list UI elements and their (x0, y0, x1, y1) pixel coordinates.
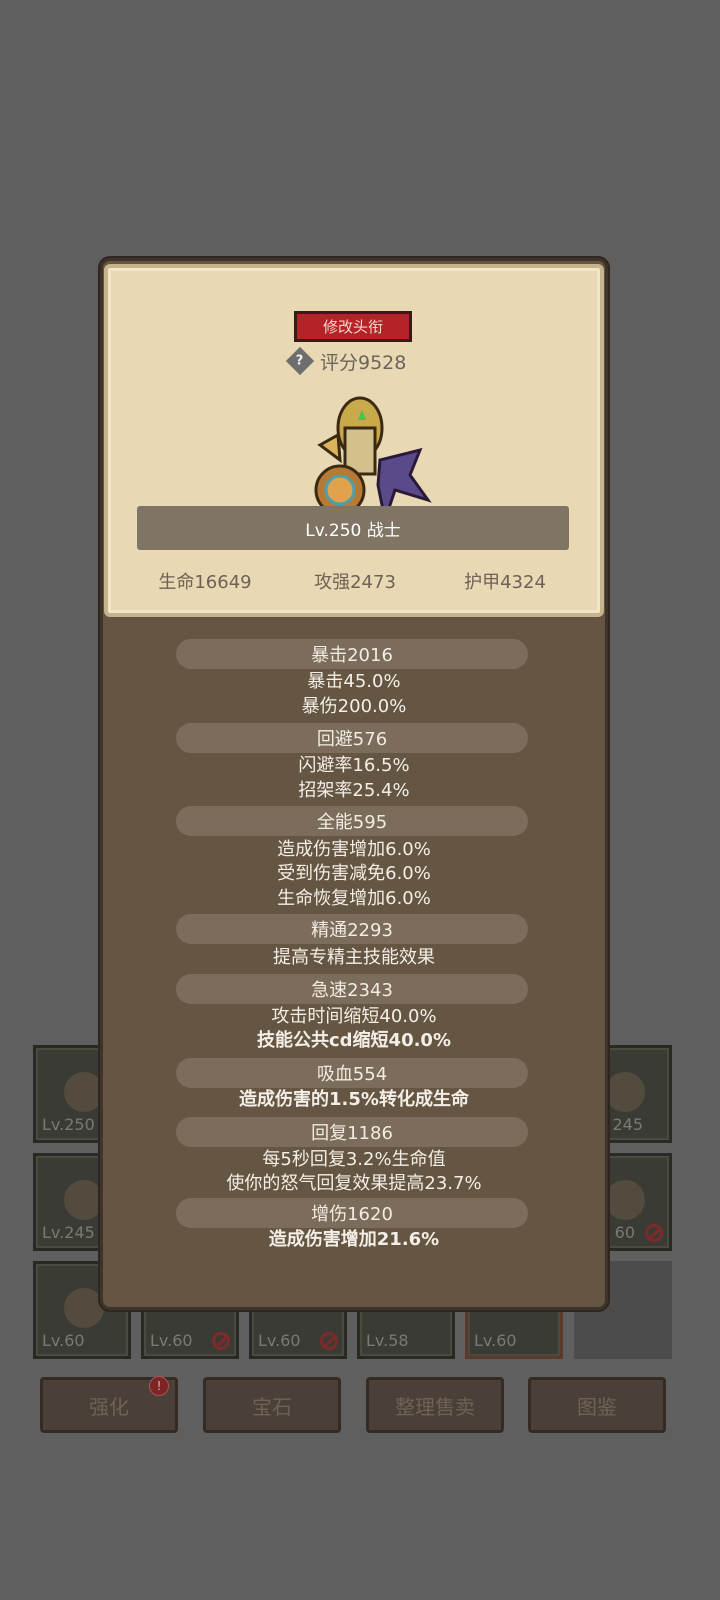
slot-level: Lv.60 (474, 1331, 517, 1350)
collection-button[interactable]: 图鉴 (528, 1377, 666, 1433)
attr-line: 受到伤害减免6.0% (277, 863, 431, 884)
help-icon[interactable]: ? (285, 346, 315, 376)
attr-line: 提高专精主技能效果 (273, 947, 435, 968)
attr-header-damage-bonus: 增伤1620 (176, 1198, 528, 1228)
attr-header-dodge: 回避576 (176, 723, 528, 753)
attr-line: 闪避率16.5% (298, 755, 410, 776)
gem-button[interactable]: 宝石 (203, 1377, 341, 1433)
slot-level: 60 (614, 1223, 635, 1242)
gem-label: 宝石 (252, 1394, 292, 1419)
attr-line: 造成伤害的1.5%转化成生命 (239, 1089, 469, 1110)
attr-header-regen: 回复1186 (176, 1117, 528, 1147)
attr-line: 攻击时间缩短40.0% (271, 1006, 437, 1027)
slot-level: Lv.60 (258, 1331, 301, 1350)
slot-level: 245 (612, 1115, 643, 1134)
locked-icon (320, 1332, 338, 1350)
attr-line: 暴伤200.0% (301, 696, 407, 717)
attr-header-versatility: 全能595 (176, 806, 528, 836)
base-stats: 生命16649 攻强2473 护甲4324 (130, 568, 580, 594)
attr-header-haste: 急速2343 (176, 974, 528, 1004)
attr-line: 造成伤害增加21.6% (268, 1229, 440, 1250)
sort-sell-label: 整理售卖 (395, 1394, 475, 1419)
attr-line: 暴击45.0% (307, 671, 401, 692)
change-title-button[interactable]: 修改头衔 (294, 311, 412, 342)
attr-line: 每5秒回复3.2%生命值 (262, 1149, 446, 1170)
attr-line: 生命恢复增加6.0% (277, 888, 431, 909)
equipment-icon (605, 1180, 645, 1220)
attr-header-crit: 暴击2016 (176, 639, 528, 669)
slot-level: Lv.245 (42, 1223, 95, 1242)
slot-level: Lv.250 (42, 1115, 95, 1134)
equipment-icon (64, 1072, 104, 1112)
armor-stat: 护甲4324 (464, 572, 546, 593)
score-label: 评分9528 (320, 351, 407, 374)
score-row: ? 评分9528 (285, 346, 407, 376)
attr-line: 技能公共cd缩短40.0% (256, 1030, 451, 1051)
enhance-button[interactable]: 强化 ! (40, 1376, 178, 1433)
attr-line: 招架率25.4% (298, 780, 410, 801)
slot-level: Lv.60 (42, 1331, 85, 1350)
enhance-label: 强化 (89, 1394, 129, 1419)
equipment-icon (64, 1288, 104, 1328)
hp-stat: 生命16649 (158, 572, 252, 593)
alert-badge-icon: ! (149, 1376, 169, 1396)
equipment-icon (605, 1072, 645, 1112)
attack-stat: 攻强2473 (314, 572, 396, 593)
attr-line: 造成伤害增加6.0% (277, 839, 431, 860)
collection-label: 图鉴 (577, 1394, 617, 1419)
sort-sell-button[interactable]: 整理售卖 (366, 1377, 504, 1433)
equipment-icon (64, 1180, 104, 1220)
attr-line: 使你的怒气回复效果提高23.7% (226, 1173, 482, 1194)
locked-icon (212, 1332, 230, 1350)
slot-level: Lv.60 (150, 1331, 193, 1350)
attr-header-mastery: 精通2293 (176, 914, 528, 944)
slot-level: Lv.58 (366, 1331, 409, 1350)
locked-icon (645, 1224, 663, 1242)
level-class-bar: Lv.250 战士 (137, 506, 569, 550)
attr-header-lifesteal: 吸血554 (176, 1058, 528, 1088)
